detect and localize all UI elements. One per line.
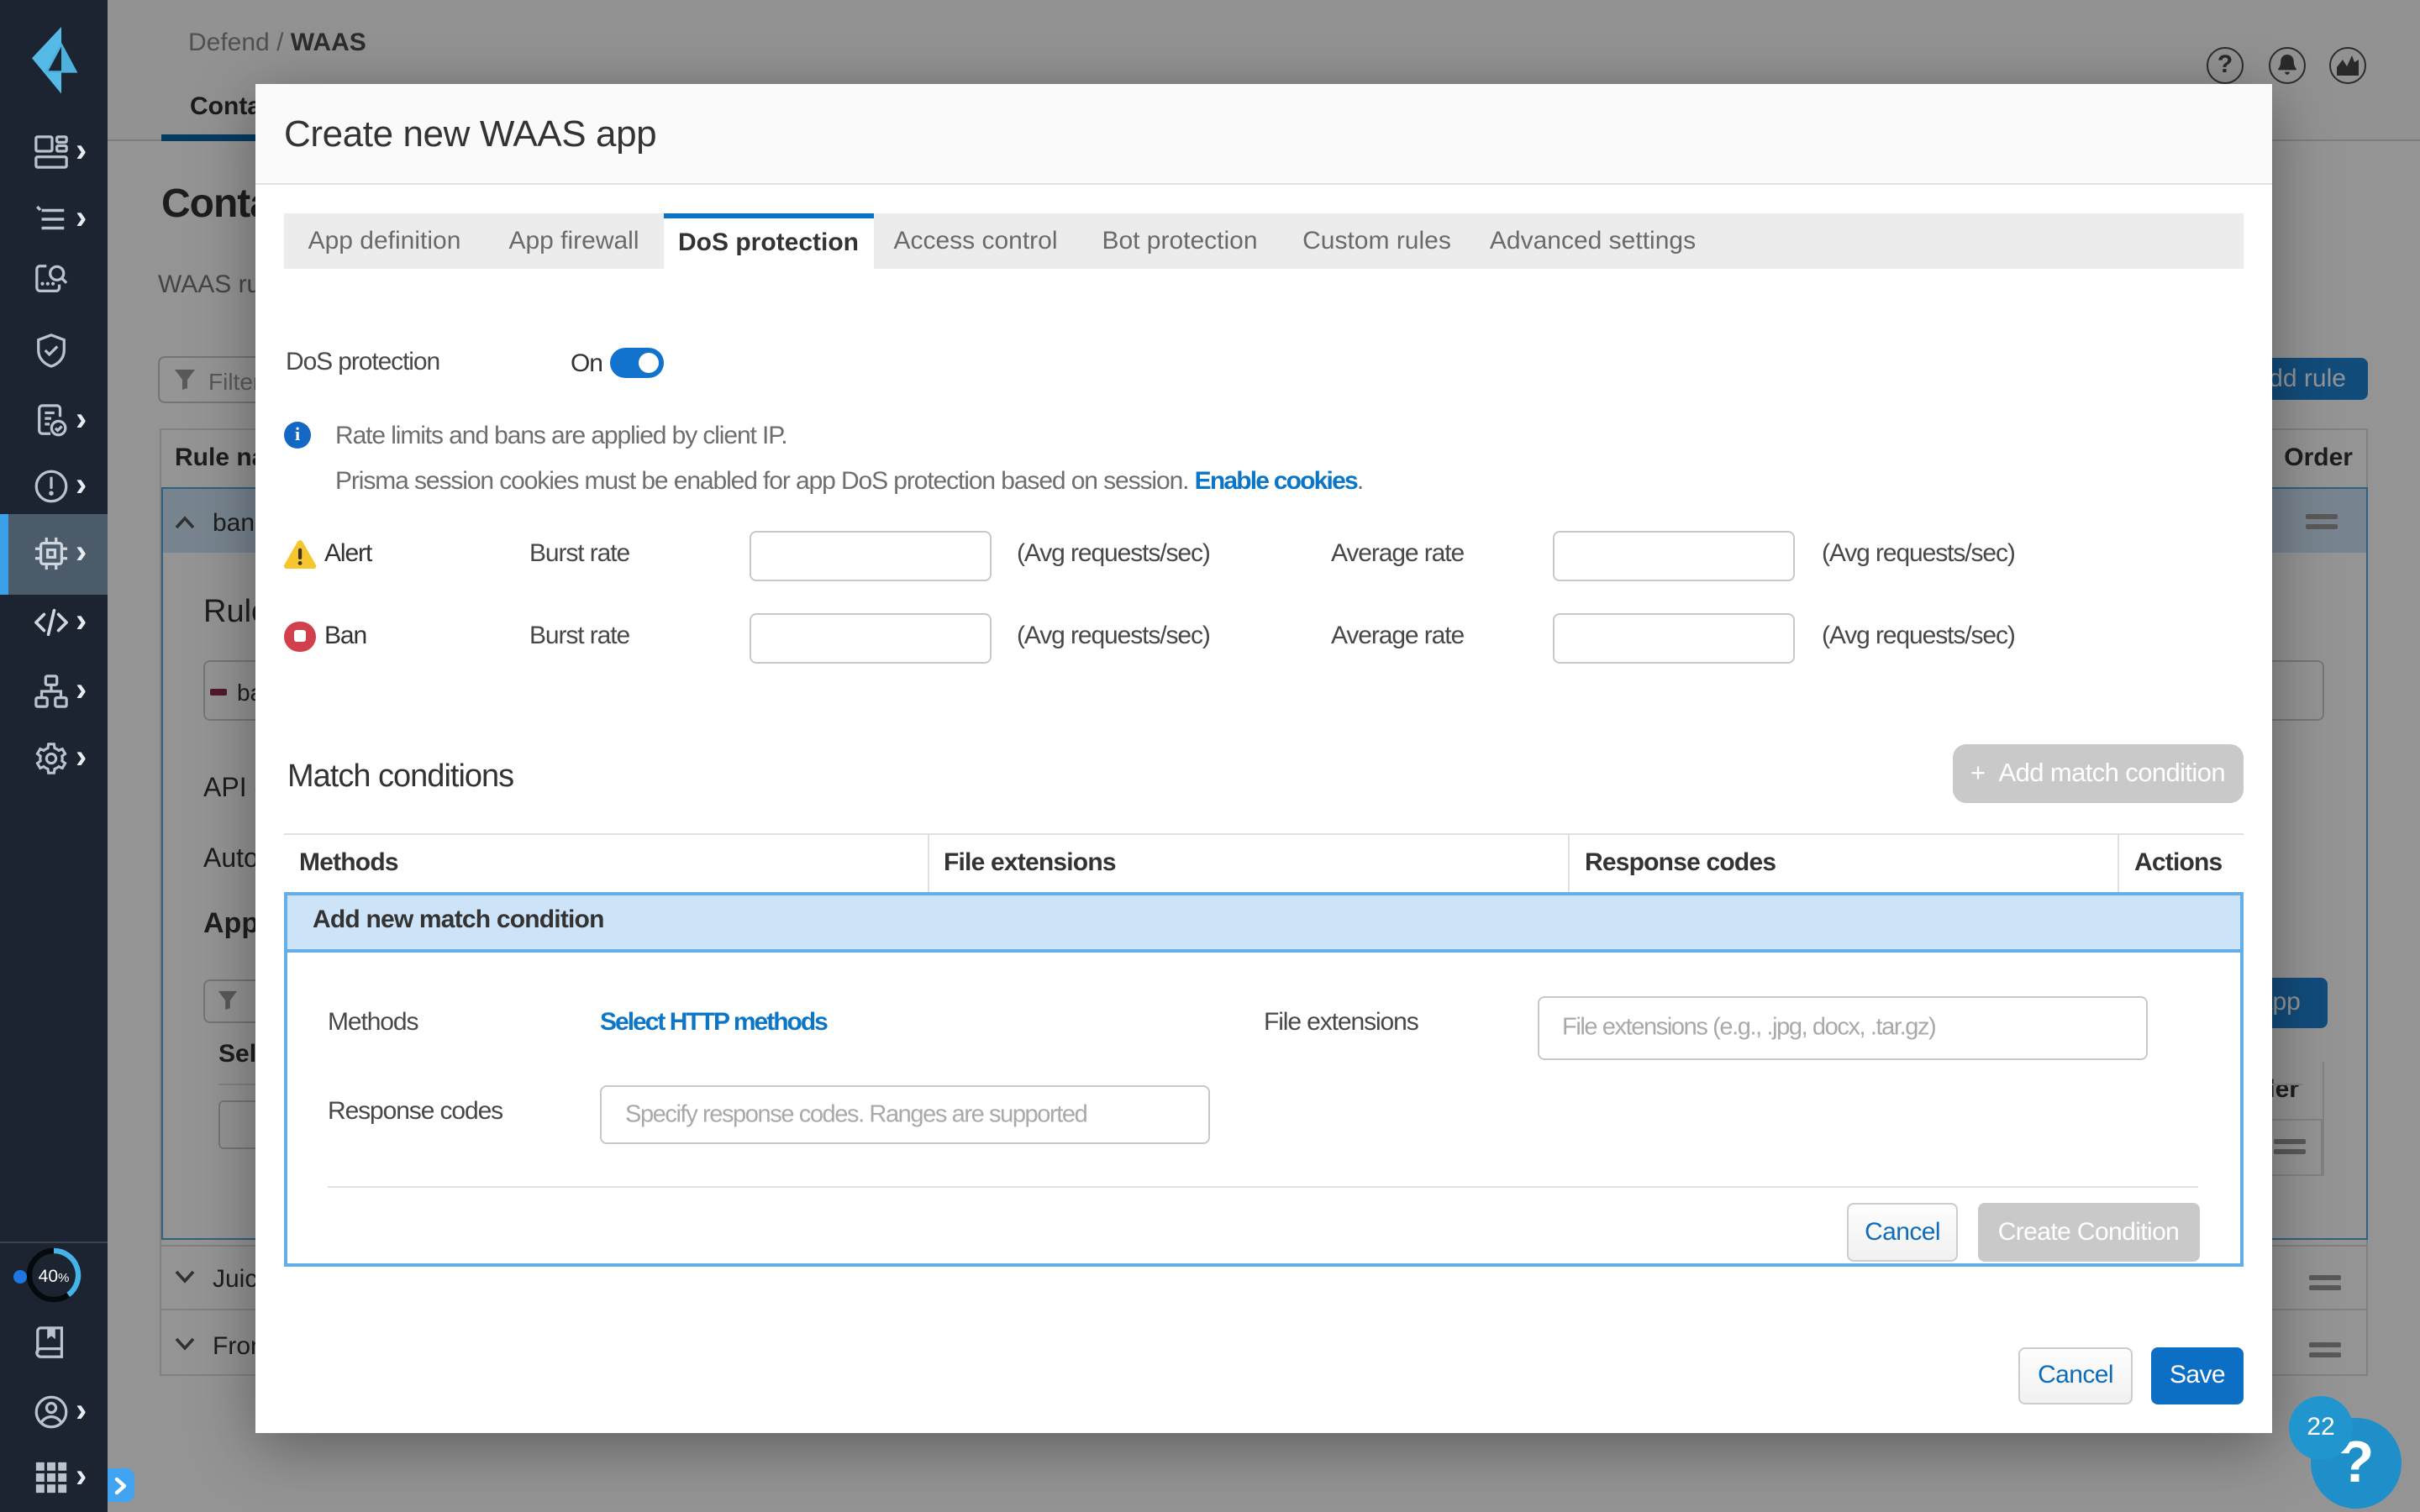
svg-text:40%: 40% xyxy=(39,1267,70,1286)
